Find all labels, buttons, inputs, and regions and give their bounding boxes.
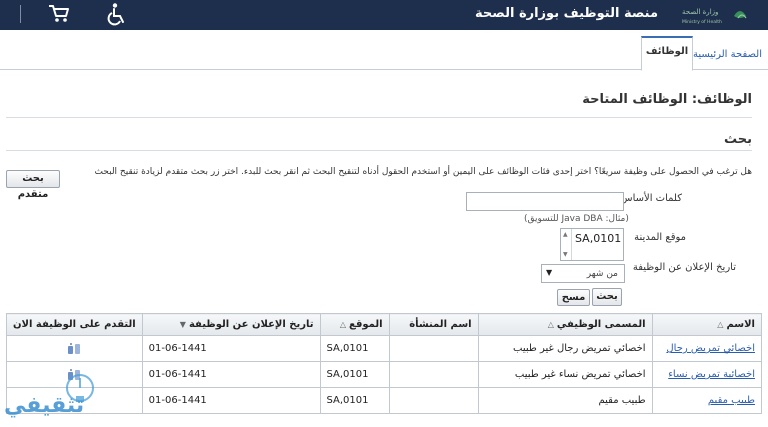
table-header-row: الاسم△ المسمى الوظيفي△ اسم المنشأة الموق… bbox=[6, 313, 763, 336]
job-name-cell: اخصائية تمريض نساء bbox=[651, 361, 763, 388]
tab-bar: الصفحة الرئيسية الوظائف bbox=[0, 30, 768, 71]
job-name-link[interactable]: اخصائي تمريض رجال bbox=[666, 343, 755, 354]
svg-text:Ministry of Health: Ministry of Health bbox=[682, 19, 722, 25]
sort-desc-icon[interactable]: ▼ bbox=[180, 320, 186, 329]
job-name-cell: اخصائي تمريض رجال bbox=[651, 335, 763, 362]
chevron-down-icon: ▼ bbox=[546, 268, 553, 277]
city-scrollbar[interactable]: ▲ ▼ bbox=[561, 229, 572, 260]
column-header-apply: التقدم على الوظيفة الان bbox=[6, 313, 143, 336]
watermark-logo: تثقيفي bbox=[4, 374, 94, 418]
column-header-job-title[interactable]: المسمى الوظيفي△ bbox=[477, 313, 653, 336]
job-title-cell: اخصائي تمريض رجال غير طبيب bbox=[477, 335, 653, 362]
posting-date-cell: 01-06-1441 bbox=[141, 335, 321, 362]
header-separator bbox=[20, 5, 21, 23]
location-cell: SA,0101 bbox=[319, 335, 390, 362]
table-row: اخصائي تمريض رجال اخصائي تمريض رجال غير … bbox=[6, 335, 763, 362]
location-cell: SA,0101 bbox=[319, 387, 390, 414]
column-header-organization: اسم المنشأة bbox=[388, 313, 479, 336]
column-header-posting-date[interactable]: تاريخ الإعلان عن الوظيفة▼ bbox=[141, 313, 321, 336]
shopping-cart-icon[interactable] bbox=[48, 3, 70, 25]
top-header: وزارة الصحة Ministry of Health منصة التو… bbox=[0, 0, 768, 30]
divider bbox=[6, 150, 752, 151]
watermark-text: تثقيفي bbox=[4, 393, 84, 418]
sort-icon[interactable]: △ bbox=[340, 320, 346, 329]
job-title-cell: اخصائي تمريض نساء غير طبيب bbox=[477, 361, 653, 388]
posting-date-label: تاريخ الإعلان عن الوظيفة bbox=[632, 262, 736, 273]
keywords-hint: (مثال: Java DBA للتسويق) bbox=[524, 214, 629, 224]
column-header-location[interactable]: الموقع△ bbox=[319, 313, 390, 336]
advanced-search-button[interactable]: بحث متقدم bbox=[6, 170, 60, 200]
location-cell: SA,0101 bbox=[319, 361, 390, 388]
divider bbox=[6, 117, 752, 118]
posting-date-cell: 01-06-1441 bbox=[141, 361, 321, 388]
search-button[interactable]: بحث bbox=[592, 288, 622, 306]
keywords-input[interactable] bbox=[466, 192, 624, 211]
scroll-down-icon[interactable]: ▼ bbox=[563, 251, 568, 258]
page-title: الوظائف: الوظائف المتاحة bbox=[582, 92, 752, 107]
clear-button[interactable]: مسح bbox=[557, 289, 590, 306]
organization-cell bbox=[388, 335, 479, 362]
column-header-name[interactable]: الاسم△ bbox=[651, 313, 763, 336]
sort-icon[interactable]: △ bbox=[717, 320, 723, 329]
job-title-cell: طبيب مقيم bbox=[477, 387, 653, 414]
svg-text:وزارة الصحة: وزارة الصحة bbox=[682, 8, 718, 16]
ministry-logo: وزارة الصحة Ministry of Health bbox=[682, 8, 747, 25]
apply-cell bbox=[6, 335, 143, 362]
sort-icon[interactable]: △ bbox=[548, 320, 554, 329]
search-instruction: هل ترغب في الحصول على وظيفة سريعًا؟ اختر… bbox=[94, 167, 752, 177]
job-name-link[interactable]: طبيب مقيم bbox=[708, 395, 755, 406]
posting-date-select[interactable]: ▼ من شهر bbox=[541, 264, 625, 283]
organization-cell bbox=[388, 387, 479, 414]
posting-date-value: من شهر bbox=[586, 269, 618, 279]
portal-title: منصة التوظيف بوزارة الصحة bbox=[475, 6, 658, 21]
tab-jobs[interactable]: الوظائف bbox=[641, 36, 693, 71]
search-section-title: بحث bbox=[723, 132, 752, 147]
keywords-label: كلمات الأساس bbox=[620, 193, 682, 204]
organization-cell bbox=[388, 361, 479, 388]
scroll-up-icon[interactable]: ▲ bbox=[563, 231, 568, 238]
city-label: موقع المدينة bbox=[634, 232, 686, 243]
accessibility-icon[interactable] bbox=[104, 2, 126, 26]
job-name-link[interactable]: اخصائية تمريض نساء bbox=[668, 369, 755, 380]
city-option[interactable]: SA,0101 bbox=[575, 232, 621, 245]
city-listbox[interactable]: ▲ ▼ SA,0101 bbox=[560, 228, 624, 261]
job-name-cell: طبيب مقيم bbox=[651, 387, 763, 414]
posting-date-cell: 01-06-1441 bbox=[141, 387, 321, 414]
tab-home[interactable]: الصفحة الرئيسية bbox=[693, 49, 762, 60]
apply-job-icon[interactable] bbox=[67, 342, 81, 356]
